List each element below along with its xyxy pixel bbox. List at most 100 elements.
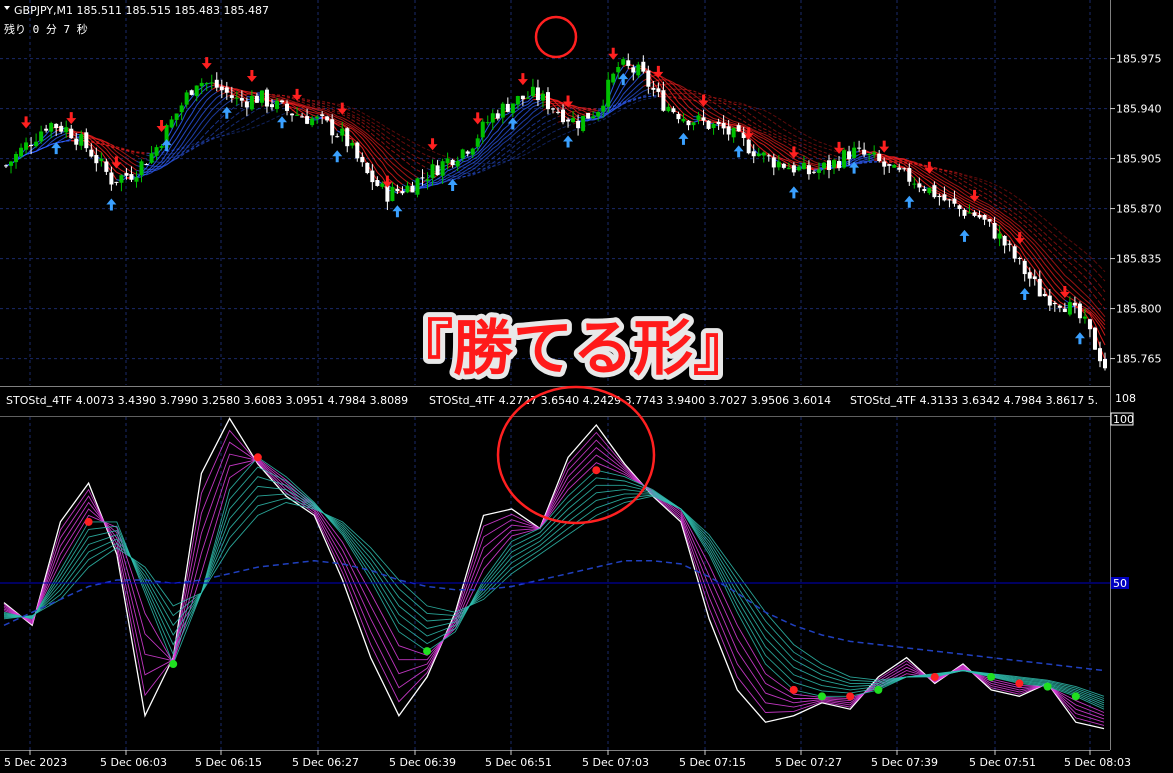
candle-body[interactable] xyxy=(290,113,295,116)
candle-body[interactable] xyxy=(571,118,576,123)
candle-body[interactable] xyxy=(144,163,149,165)
candle-body[interactable] xyxy=(335,136,340,138)
candle-body[interactable] xyxy=(872,152,877,155)
candle-body[interactable] xyxy=(877,153,882,161)
candle-body[interactable] xyxy=(360,156,365,163)
candle-body[interactable] xyxy=(1062,308,1067,312)
candle-body[interactable] xyxy=(882,161,887,167)
candle-body[interactable] xyxy=(596,112,601,117)
candle-body[interactable] xyxy=(490,113,495,123)
candle-body[interactable] xyxy=(1002,235,1007,246)
candle-body[interactable] xyxy=(99,158,104,162)
candle-body[interactable] xyxy=(937,195,942,198)
candle-body[interactable] xyxy=(525,97,530,99)
candle-body[interactable] xyxy=(847,151,852,160)
candle-body[interactable] xyxy=(430,164,435,178)
candle-body[interactable] xyxy=(480,121,485,138)
candle-body[interactable] xyxy=(666,106,671,112)
candle-body[interactable] xyxy=(576,120,581,129)
candle-body[interactable] xyxy=(796,166,801,171)
candle-body[interactable] xyxy=(365,162,370,174)
candle-body[interactable] xyxy=(1007,243,1012,245)
candle-body[interactable] xyxy=(370,170,375,183)
candle-body[interactable] xyxy=(189,90,194,95)
candle-body[interactable] xyxy=(556,111,561,113)
candle-body[interactable] xyxy=(159,146,164,148)
candle-body[interactable] xyxy=(285,103,290,111)
candle-body[interactable] xyxy=(84,132,89,149)
candle-body[interactable] xyxy=(249,95,254,110)
candle-body[interactable] xyxy=(104,161,109,172)
candle-body[interactable] xyxy=(39,131,44,142)
candle-body[interactable] xyxy=(786,167,791,170)
candle-body[interactable] xyxy=(545,92,550,110)
candle-body[interactable] xyxy=(821,162,826,169)
candle-body[interactable] xyxy=(184,92,189,105)
candle-body[interactable] xyxy=(530,86,535,96)
candle-body[interactable] xyxy=(1057,305,1062,308)
candle-body[interactable] xyxy=(375,180,380,186)
candle-body[interactable] xyxy=(94,154,99,164)
candle-body[interactable] xyxy=(746,139,751,154)
candle-body[interactable] xyxy=(219,86,224,91)
candle-body[interactable] xyxy=(977,215,982,218)
candle-body[interactable] xyxy=(962,209,967,216)
candle-body[interactable] xyxy=(1052,302,1057,305)
candle-body[interactable] xyxy=(676,114,681,120)
candle-body[interactable] xyxy=(661,90,666,111)
candle-body[interactable] xyxy=(1037,278,1042,297)
candle-body[interactable] xyxy=(1027,272,1032,279)
candle-body[interactable] xyxy=(691,122,696,126)
candle-body[interactable] xyxy=(465,151,470,154)
candle-body[interactable] xyxy=(857,147,862,149)
candle-body[interactable] xyxy=(325,116,330,121)
candle-body[interactable] xyxy=(867,153,872,155)
candle-body[interactable] xyxy=(179,105,184,113)
candle-body[interactable] xyxy=(460,149,465,159)
candle-body[interactable] xyxy=(540,93,545,101)
candle-body[interactable] xyxy=(791,165,796,173)
candle-body[interactable] xyxy=(982,214,987,220)
candle-body[interactable] xyxy=(4,165,8,167)
candle-body[interactable] xyxy=(224,87,229,93)
candle-body[interactable] xyxy=(44,128,49,131)
candle-body[interactable] xyxy=(500,103,505,118)
candle-body[interactable] xyxy=(89,149,94,157)
candle-body[interactable] xyxy=(320,114,325,116)
candle-body[interactable] xyxy=(1012,246,1017,259)
candle-body[interactable] xyxy=(400,191,405,194)
candle-body[interactable] xyxy=(269,104,274,108)
candle-body[interactable] xyxy=(435,165,440,176)
candle-body[interactable] xyxy=(475,138,480,147)
candle-body[interactable] xyxy=(932,185,937,198)
candle-body[interactable] xyxy=(59,125,64,132)
candle-body[interactable] xyxy=(209,82,214,84)
candle-body[interactable] xyxy=(726,126,731,135)
candle-body[interactable] xyxy=(1077,303,1082,319)
candle-body[interactable] xyxy=(395,188,400,192)
candle-body[interactable] xyxy=(295,114,300,116)
candle-body[interactable] xyxy=(646,70,651,87)
candle-body[interactable] xyxy=(1092,327,1097,350)
candle-body[interactable] xyxy=(766,155,771,157)
candle-body[interactable] xyxy=(535,87,540,101)
candle-body[interactable] xyxy=(264,89,269,107)
candle-body[interactable] xyxy=(505,103,510,112)
candle-body[interactable] xyxy=(987,219,992,222)
candle-body[interactable] xyxy=(244,101,249,108)
candle-body[interactable] xyxy=(129,174,134,180)
candle-body[interactable] xyxy=(485,122,490,124)
candle-body[interactable] xyxy=(826,160,831,170)
candle-body[interactable] xyxy=(621,59,626,65)
candle-body[interactable] xyxy=(736,125,741,132)
candle-body[interactable] xyxy=(942,194,947,201)
candle-body[interactable] xyxy=(300,116,305,118)
candle-body[interactable] xyxy=(54,123,59,129)
candle-body[interactable] xyxy=(641,61,646,72)
candle-body[interactable] xyxy=(816,169,821,173)
candle-body[interactable] xyxy=(997,233,1002,239)
candle-body[interactable] xyxy=(907,168,912,182)
candle-body[interactable] xyxy=(716,121,721,125)
candle-body[interactable] xyxy=(591,116,596,119)
candle-body[interactable] xyxy=(380,183,385,187)
